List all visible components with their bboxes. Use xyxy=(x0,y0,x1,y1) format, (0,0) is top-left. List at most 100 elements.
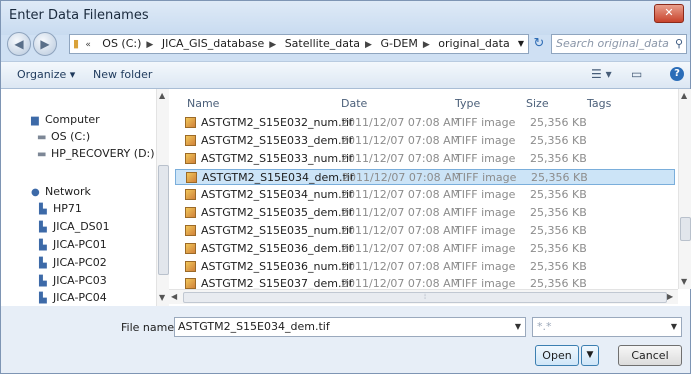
file-list-scrollbar[interactable]: ▲ ▼ xyxy=(678,89,691,289)
file-size: 25,356 KB xyxy=(530,134,587,147)
open-options-button[interactable]: ▼ xyxy=(581,345,599,366)
address-bar[interactable]: ▮ « OS (C:) ▶ JICA_GIS_database ▶ Satellit… xyxy=(69,34,529,54)
dialog-footer: File name: ASTGTM2_S15E034_dem.tif ▼ *.*… xyxy=(1,306,690,373)
file-row-selected[interactable]: ASTGTM2_S15E034_dem.tif 2011/12/07 07:08 … xyxy=(175,169,675,185)
file-row[interactable]: ASTGTM2_S15E033_num.tif 2011/12/07 07:08 … xyxy=(175,151,675,167)
nav-item-hp-recovery[interactable]: ▬ HP_RECOVERY (D:) xyxy=(37,147,155,160)
file-size: 25,356 KB xyxy=(530,116,587,129)
breadcrumb-satellite[interactable]: Satellite_data xyxy=(285,35,360,53)
file-date: 2011/12/07 07:08 AM xyxy=(341,152,461,165)
file-date: 2011/12/07 07:08 AM xyxy=(341,277,461,289)
nav-scrollbar[interactable]: ▲ ▼ xyxy=(156,89,169,306)
nav-item-jica-pc01[interactable]: ▙ JICA-PC01 xyxy=(39,238,107,251)
file-row[interactable]: ASTGTM2_S15E032_num.tif 2011/12/07 07:08 … xyxy=(175,115,675,131)
nav-item-hp71[interactable]: ▙ HP71 xyxy=(39,202,82,215)
nav-item-jica-pc02[interactable]: ▙ JICA-PC02 xyxy=(39,256,107,269)
scroll-right-icon[interactable]: ▶ xyxy=(667,292,673,301)
breadcrumb-separator-icon: ▶ xyxy=(269,40,277,50)
file-row[interactable]: ASTGTM2_S15E035_num.tif 2011/12/07 07:08 … xyxy=(175,223,675,239)
refresh-icon[interactable]: ↻ xyxy=(531,34,547,54)
column-header-type[interactable]: Type xyxy=(455,97,480,110)
chevron-down-icon[interactable]: ▼ xyxy=(515,318,521,336)
back-button[interactable]: ◀ xyxy=(7,32,31,56)
file-row[interactable]: ASTGTM2_S15E035_dem.tif 2011/12/07 07:08 … xyxy=(175,205,675,221)
file-name-label: File name: xyxy=(121,321,178,334)
column-header-date[interactable]: Date xyxy=(341,97,367,110)
nav-item-jica-pc03[interactable]: ▙ JICA-PC03 xyxy=(39,274,107,287)
breadcrumb-original[interactable]: original_data xyxy=(438,35,509,53)
file-type: TIFF image xyxy=(455,116,516,129)
breadcrumb-gdem[interactable]: G-DEM xyxy=(380,35,417,53)
pc-icon: ▙ xyxy=(39,276,47,287)
file-dialog: Enter Data Filenames ✕ ◀ ▶ ▮ « OS (C:) ▶ … xyxy=(0,0,691,374)
preview-pane-icon[interactable]: ▭ xyxy=(631,67,642,81)
nav-item-jica-pc04[interactable]: ▙ JICA-PC04 xyxy=(39,291,107,304)
file-name: ASTGTM2_S15E033_dem.tif xyxy=(201,134,353,147)
file-date: 2011/12/07 07:08 AM xyxy=(341,134,461,147)
file-type: TIFF image xyxy=(455,242,516,255)
open-button[interactable]: Open xyxy=(535,345,579,366)
column-header-tags[interactable]: Tags xyxy=(587,97,611,110)
nav-item-label: OS (C:) xyxy=(51,130,91,143)
search-icon: ⚲ xyxy=(674,37,683,50)
drive-icon: ▬ xyxy=(37,132,47,143)
scroll-left-icon[interactable]: ◀ xyxy=(171,292,177,301)
file-size: 25,356 KB xyxy=(530,277,587,289)
file-row[interactable]: ASTGTM2_S15E037_dem.tif 2011/12/07 07:08 … xyxy=(175,276,675,289)
file-name-input[interactable]: ASTGTM2_S15E034_dem.tif ▼ xyxy=(174,317,526,337)
nav-item-network[interactable]: ● Network xyxy=(31,185,91,198)
file-type: TIFF image xyxy=(455,206,516,219)
search-input[interactable]: Search original_data ⚲ xyxy=(551,34,687,54)
window-title: Enter Data Filenames xyxy=(9,8,149,23)
new-folder-button[interactable]: New folder xyxy=(93,68,152,81)
view-options-icon[interactable]: ☰ ▾ xyxy=(591,67,612,81)
computer-icon: ▆ xyxy=(31,115,39,126)
tiff-file-icon xyxy=(185,135,196,146)
file-name: ASTGTM2_S15E034_num.tif xyxy=(201,188,353,201)
column-header-name[interactable]: Name xyxy=(187,97,219,110)
scroll-down-icon[interactable]: ▼ xyxy=(681,277,687,286)
nav-item-jica-ds01[interactable]: ▙ JICA_DS01 xyxy=(39,220,110,233)
file-row[interactable]: ASTGTM2_S15E036_num.tif 2011/12/07 07:08 … xyxy=(175,259,675,275)
nav-item-os-c[interactable]: ▬ OS (C:) xyxy=(37,130,90,143)
horizontal-scroll-thumb[interactable]: ⦙ xyxy=(183,292,667,303)
file-list-scroll-thumb[interactable] xyxy=(680,217,691,241)
pc-icon: ▙ xyxy=(39,222,47,233)
file-type-select[interactable]: *.* ▼ xyxy=(532,317,682,337)
file-date: 2011/12/07 07:08 AM xyxy=(341,116,461,129)
breadcrumb-separator-icon: ▶ xyxy=(422,40,430,50)
file-size: 25,356 KB xyxy=(530,242,587,255)
nav-scroll-thumb[interactable] xyxy=(158,165,169,275)
tiff-file-icon xyxy=(185,261,196,272)
help-icon[interactable]: ? xyxy=(670,67,684,81)
command-bar: Organize ▾ New folder ☰ ▾ ▭ ? xyxy=(1,61,690,89)
file-size: 25,356 KB xyxy=(531,171,588,184)
file-type-value: *.* xyxy=(537,320,552,333)
breadcrumb-jica[interactable]: JICA_GIS_database xyxy=(162,35,264,53)
scroll-up-icon[interactable]: ▲ xyxy=(159,91,165,100)
address-dropdown-icon[interactable]: ▼ xyxy=(518,35,524,53)
file-date: 2011/12/07 07:08 AM xyxy=(341,206,461,219)
tiff-file-icon xyxy=(185,225,196,236)
file-type: TIFF image xyxy=(456,171,517,184)
horizontal-scrollbar[interactable]: ◀ ⦙ ▶ xyxy=(169,289,678,304)
column-header-size[interactable]: Size xyxy=(526,97,549,110)
file-row[interactable]: ASTGTM2_S15E036_dem.tif 2011/12/07 07:08 … xyxy=(175,241,675,257)
chevron-down-icon: ▼ xyxy=(586,350,594,360)
nav-item-label: JICA_DS01 xyxy=(53,220,110,233)
nav-item-computer[interactable]: ▆ Computer xyxy=(31,113,100,126)
tiff-file-icon xyxy=(185,189,196,200)
cancel-button[interactable]: Cancel xyxy=(618,345,682,366)
file-size: 25,356 KB xyxy=(530,152,587,165)
file-type: TIFF image xyxy=(455,134,516,147)
forward-button[interactable]: ▶ xyxy=(33,32,57,56)
file-row[interactable]: ASTGTM2_S15E033_dem.tif 2011/12/07 07:08 … xyxy=(175,133,675,149)
scroll-up-icon[interactable]: ▲ xyxy=(681,91,687,100)
file-row[interactable]: ASTGTM2_S15E034_num.tif 2011/12/07 07:08 … xyxy=(175,187,675,203)
file-date: 2011/12/07 07:08 AM xyxy=(342,171,462,184)
close-button[interactable]: ✕ xyxy=(654,4,684,23)
organize-button[interactable]: Organize ▾ xyxy=(17,68,75,81)
navigation-bar: ◀ ▶ ▮ « OS (C:) ▶ JICA_GIS_database ▶ Sate… xyxy=(1,29,690,59)
scroll-down-icon[interactable]: ▼ xyxy=(159,293,165,302)
breadcrumb-os[interactable]: OS (C:) xyxy=(102,35,141,53)
